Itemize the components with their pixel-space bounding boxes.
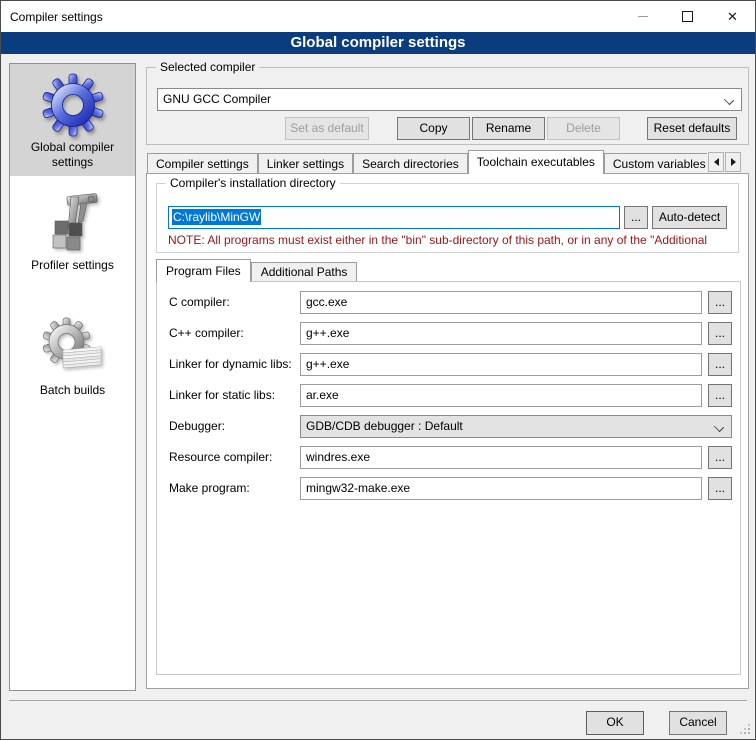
compiler-select-value: GNU GCC Compiler [163,92,271,106]
chevron-down-icon [714,422,724,432]
copy-button[interactable]: Copy [397,117,470,140]
tab-scroll-right-button[interactable] [725,152,741,172]
make-program-label: Make program: [169,481,250,495]
compiler-settings-dialog: Compiler settings ✕ Global compiler sett… [0,0,756,740]
tab-custom-variables[interactable]: Custom variables [604,153,707,174]
window-title: Compiler settings [1,10,103,24]
settings-tabstrip: Compiler settings Linker settings Search… [147,150,707,174]
tab-scroll-left-icon [714,158,719,166]
maximize-icon [682,11,693,22]
sidebar-item-label: Global compiler settings [13,140,132,170]
maximize-button[interactable] [665,1,710,32]
selected-compiler-group-label: Selected compiler [156,60,259,75]
resource-compiler-row: Resource compiler: windres.exe ... [157,446,740,469]
tab-scroll-left-button[interactable] [708,152,724,172]
tab-scroll-buttons [708,152,741,172]
caliper-icon [41,191,105,255]
resource-compiler-browse-button[interactable]: ... [708,446,732,469]
linker-dynamic-label: Linker for dynamic libs: [169,357,292,371]
debugger-row: Debugger: GDB/CDB debugger : Default [157,415,740,438]
cancel-button[interactable]: Cancel [669,711,727,735]
linker-static-input[interactable]: ar.exe [300,384,702,407]
make-program-browse-button[interactable]: ... [708,477,732,500]
debugger-select-value: GDB/CDB debugger : Default [306,419,463,433]
selected-compiler-group: Selected compiler GNU GCC Compiler Set a… [146,67,749,145]
auto-detect-button[interactable]: Auto-detect [652,206,727,229]
linker-dynamic-input[interactable]: g++.exe [300,353,702,376]
linker-dynamic-row: Linker for dynamic libs: g++.exe ... [157,353,740,376]
c-compiler-browse-button[interactable]: ... [708,291,732,314]
c-compiler-label: C compiler: [169,295,230,309]
resource-compiler-label: Resource compiler: [169,450,272,464]
install-dir-browse-button[interactable]: ... [624,206,648,229]
debugger-select[interactable]: GDB/CDB debugger : Default [300,415,732,438]
close-button[interactable]: ✕ [710,1,755,32]
rename-button[interactable]: Rename [472,117,545,140]
sidebar-item-label: Batch builds [13,383,132,398]
minimize-button[interactable] [620,1,665,32]
compiler-select[interactable]: GNU GCC Compiler [157,88,742,111]
sidebar-item-global-compiler-settings[interactable]: Global compiler settings [10,64,135,176]
make-program-input[interactable]: mingw32-make.exe [300,477,702,500]
minimize-icon [638,16,648,17]
delete-button[interactable]: Delete [547,117,620,140]
programs-subtabs: Program Files Additional Paths [156,260,357,282]
tab-linker-settings[interactable]: Linker settings [258,153,353,174]
linker-static-label: Linker for static libs: [169,388,275,402]
set-as-default-button[interactable]: Set as default [285,117,369,140]
linker-dynamic-browse-button[interactable]: ... [708,353,732,376]
tab-search-directories[interactable]: Search directories [353,153,468,174]
footer-separator [9,700,747,701]
cpp-compiler-input[interactable]: g++.exe [300,322,702,345]
c-compiler-input[interactable]: gcc.exe [300,291,702,314]
settings-category-list: Global compiler settings [9,63,136,691]
linker-static-browse-button[interactable]: ... [708,384,732,407]
tab-compiler-settings[interactable]: Compiler settings [147,153,258,174]
chevron-down-icon [724,95,734,105]
sidebar-item-profiler-settings[interactable]: Profiler settings [10,182,135,279]
page-title: Global compiler settings [1,32,755,54]
linker-static-row: Linker for static libs: ar.exe ... [157,384,740,407]
ok-button[interactable]: OK [586,711,644,735]
debugger-label: Debugger: [169,419,225,433]
reset-defaults-button[interactable]: Reset defaults [647,117,737,140]
installation-directory-group-label: Compiler's installation directory [166,176,340,191]
close-icon: ✕ [727,10,738,23]
tab-scroll-right-icon [731,158,736,166]
program-files-page: C compiler: gcc.exe ... C++ compiler: g+… [156,281,741,675]
sidebar-item-batch-builds[interactable]: Batch builds [10,307,135,404]
gear-blue-icon [41,73,105,137]
installation-directory-group: Compiler's installation directory C:\ray… [156,183,739,253]
install-dir-value: C:\raylib\MinGW [172,209,261,225]
install-dir-note: NOTE: All programs must exist either in … [168,233,736,247]
sidebar-item-label: Profiler settings [13,258,132,273]
toolchain-executables-page: Compiler's installation directory C:\ray… [146,173,749,689]
make-program-row: Make program: mingw32-make.exe ... [157,477,740,500]
subtab-program-files[interactable]: Program Files [156,259,251,282]
cpp-compiler-browse-button[interactable]: ... [708,322,732,345]
resize-grip[interactable] [748,732,750,734]
gear-stack-icon [41,316,105,380]
cpp-compiler-row: C++ compiler: g++.exe ... [157,322,740,345]
install-dir-input[interactable]: C:\raylib\MinGW [168,206,620,229]
tab-toolchain-executables[interactable]: Toolchain executables [468,150,604,174]
c-compiler-row: C compiler: gcc.exe ... [157,291,740,314]
window-controls: ✕ [620,1,755,32]
subtab-additional-paths[interactable]: Additional Paths [251,262,358,282]
cpp-compiler-label: C++ compiler: [169,326,244,340]
resource-compiler-input[interactable]: windres.exe [300,446,702,469]
